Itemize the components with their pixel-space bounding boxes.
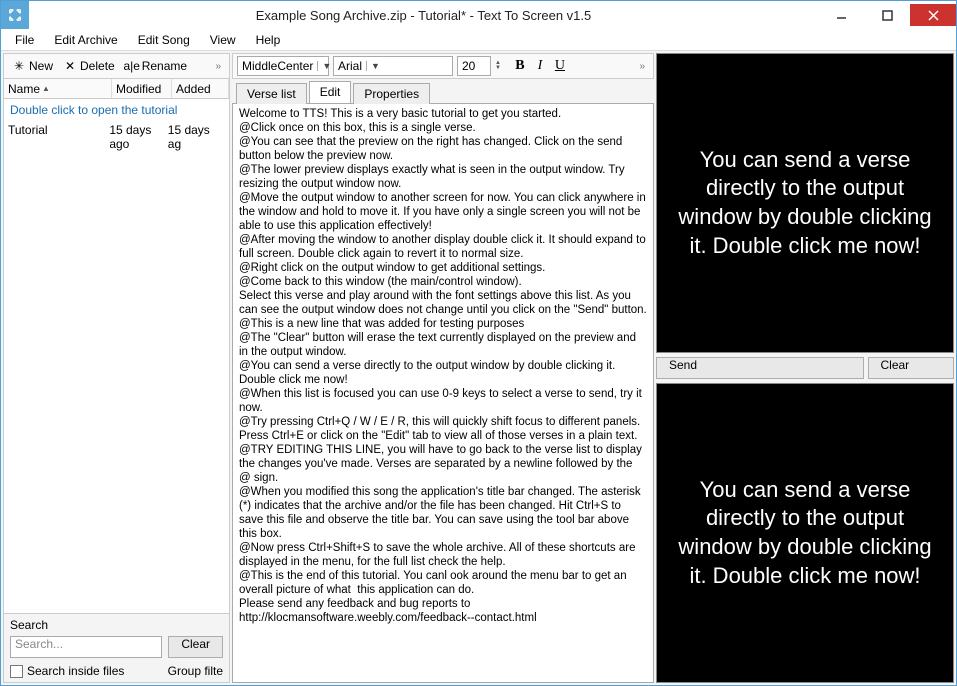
align-select[interactable]: MiddleCenter▼: [237, 56, 329, 76]
search-pane: Search Search... Clear Search inside fil…: [3, 614, 230, 683]
tab-properties[interactable]: Properties: [353, 83, 430, 104]
app-icon: [1, 1, 29, 29]
send-button[interactable]: Send: [656, 357, 864, 379]
tab-edit[interactable]: Edit: [309, 81, 352, 103]
font-size-input[interactable]: 20: [457, 56, 491, 76]
menu-help[interactable]: Help: [246, 31, 291, 49]
checkbox-icon: [10, 665, 23, 678]
editor-area[interactable]: Welcome to TTS! This is a very basic tut…: [232, 104, 654, 683]
delete-icon: ✕: [63, 59, 77, 73]
maximize-button[interactable]: [864, 4, 910, 26]
chevron-down-icon: ▼: [317, 61, 331, 71]
list-banner: Double click to open the tutorial: [4, 99, 229, 121]
center-pane: MiddleCenter▼ Arial▼ 20 ▲▼ B I U » Verse…: [232, 53, 654, 683]
font-size-stepper[interactable]: ▲▼: [495, 61, 501, 71]
editor-text: Welcome to TTS! This is a very basic tut…: [233, 104, 653, 628]
preview-upper[interactable]: You can send a verse directly to the out…: [656, 53, 954, 353]
list-header: Name▲ Modified Added: [3, 79, 230, 99]
font-toolbar: MiddleCenter▼ Arial▼ 20 ▲▼ B I U »: [232, 53, 654, 79]
menu-edit-song[interactable]: Edit Song: [128, 31, 200, 49]
tabstrip: Verse list Edit Properties: [232, 81, 654, 104]
search-clear-button[interactable]: Clear: [168, 636, 223, 658]
menubar: File Edit Archive Edit Song View Help: [1, 29, 956, 51]
toolbar-overflow-icon[interactable]: »: [635, 61, 649, 72]
search-input[interactable]: Search...: [10, 636, 162, 658]
preview-lower[interactable]: You can send a verse directly to the out…: [656, 383, 954, 683]
menu-view[interactable]: View: [200, 31, 246, 49]
group-filter-link[interactable]: Group filte: [168, 664, 223, 678]
menu-edit-archive[interactable]: Edit Archive: [44, 31, 127, 49]
toolbar-overflow-icon[interactable]: »: [211, 61, 225, 72]
col-modified[interactable]: Modified: [112, 79, 172, 98]
right-pane: You can send a verse directly to the out…: [656, 53, 954, 683]
rename-button[interactable]: a|eRename: [121, 57, 191, 75]
song-list[interactable]: Double click to open the tutorial Tutori…: [3, 99, 230, 614]
italic-button[interactable]: I: [531, 57, 549, 75]
bold-button[interactable]: B: [511, 57, 529, 75]
step-down-icon: ▼: [495, 66, 501, 71]
left-pane: ✳New ✕Delete a|eRename » Name▲ Modified …: [3, 53, 230, 683]
sort-asc-icon: ▲: [42, 84, 50, 93]
search-inside-checkbox[interactable]: Search inside files: [10, 664, 124, 678]
menu-file[interactable]: File: [5, 31, 44, 49]
close-button[interactable]: [910, 4, 956, 26]
app-window: Example Song Archive.zip - Tutorial* - T…: [0, 0, 957, 686]
col-name[interactable]: Name▲: [4, 79, 112, 98]
delete-button[interactable]: ✕Delete: [59, 57, 119, 75]
minimize-button[interactable]: [818, 4, 864, 26]
window-title: Example Song Archive.zip - Tutorial* - T…: [29, 8, 818, 23]
underline-button[interactable]: U: [551, 57, 569, 75]
col-added[interactable]: Added: [172, 79, 229, 98]
archive-toolbar: ✳New ✕Delete a|eRename »: [3, 53, 230, 79]
clear-button[interactable]: Clear: [868, 357, 955, 379]
tab-verse-list[interactable]: Verse list: [236, 83, 307, 104]
new-icon: ✳: [12, 59, 26, 73]
font-select[interactable]: Arial▼: [333, 56, 453, 76]
titlebar: Example Song Archive.zip - Tutorial* - T…: [1, 1, 956, 29]
rename-icon: a|e: [125, 59, 139, 73]
list-item[interactable]: Tutorial 15 days ago 15 days ag: [4, 121, 229, 153]
search-title: Search: [10, 618, 223, 632]
new-button[interactable]: ✳New: [8, 57, 57, 75]
chevron-down-icon: ▼: [366, 61, 380, 71]
